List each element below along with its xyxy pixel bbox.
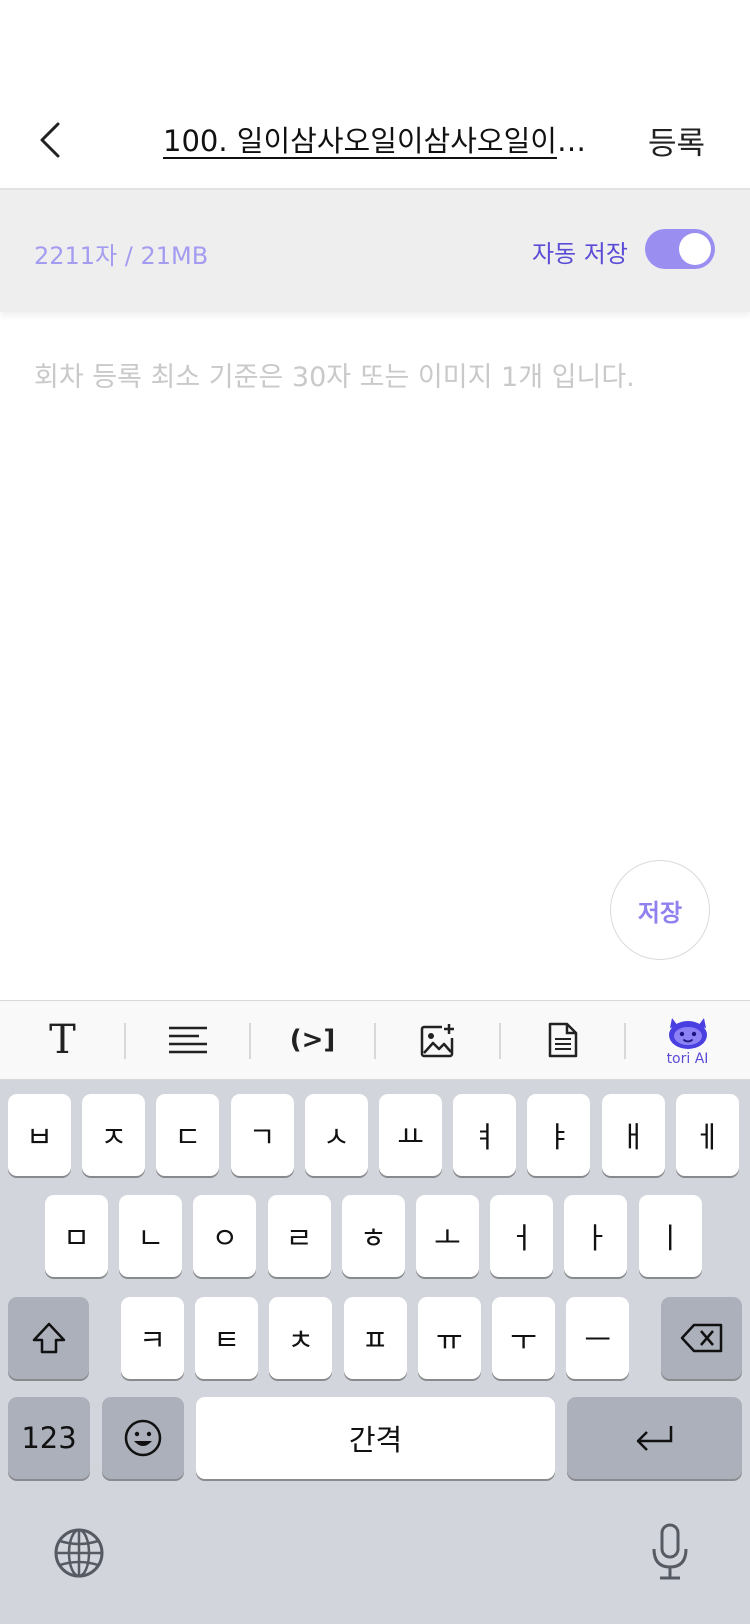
key[interactable]: ㅗ [416, 1195, 479, 1277]
key[interactable]: ㅑ [527, 1094, 591, 1176]
key[interactable]: ㅊ [269, 1297, 333, 1379]
key[interactable]: ㅂ [8, 1094, 71, 1176]
key[interactable]: ㄴ [119, 1195, 183, 1277]
shift-key[interactable] [8, 1297, 89, 1379]
key[interactable]: ㅍ [343, 1297, 407, 1379]
chevron-left-icon [40, 122, 60, 158]
emoji-icon [124, 1419, 162, 1457]
microphone-button[interactable] [650, 1522, 690, 1582]
key-label: ㅜ [510, 1323, 537, 1357]
text-format-button[interactable]: T [0, 1001, 125, 1079]
align-icon [168, 1026, 207, 1054]
key[interactable]: ㅇ [193, 1195, 257, 1277]
key-label: ㅛ [397, 1120, 424, 1154]
autosave-label: 자동 저장 [532, 240, 628, 268]
backspace-key[interactable] [661, 1297, 742, 1379]
key[interactable]: ㅐ [601, 1094, 665, 1176]
key[interactable]: ㅎ [341, 1195, 405, 1277]
key-label: ㅣ [656, 1221, 684, 1255]
key-label: ㅋ [139, 1323, 166, 1357]
save-button[interactable]: 저장 [610, 860, 710, 960]
key[interactable]: ㅋ [121, 1297, 184, 1379]
toggle-knob [679, 233, 711, 265]
editor-placeholder[interactable]: 회차 등록 최소 기준은 30자 또는 이미지 1개 입니다. [34, 355, 635, 394]
key-label: ㅇ [211, 1221, 239, 1255]
key-label: ㅠ [435, 1323, 463, 1357]
key-label: ㅔ [693, 1120, 721, 1154]
code-button[interactable]: (>] [250, 1001, 375, 1079]
key[interactable]: ㄹ [267, 1195, 331, 1277]
key-label: ㅈ [100, 1120, 128, 1154]
key[interactable]: ㅜ [492, 1297, 555, 1379]
key-label: ㅎ [359, 1221, 387, 1255]
key-label: ㄱ [248, 1120, 276, 1154]
key-label: ㅁ [63, 1221, 90, 1255]
tori-ai-label: tori AI [666, 1050, 709, 1067]
character-size-count: 2211자 / 21MB [34, 242, 209, 270]
return-icon [636, 1426, 672, 1451]
document-icon [548, 1022, 577, 1058]
key-label: ㅡ [584, 1323, 612, 1357]
align-button[interactable] [125, 1001, 250, 1079]
autosave-toggle[interactable] [645, 229, 715, 269]
tori-ai-icon [668, 1017, 707, 1049]
key-label: ㅅ [322, 1120, 350, 1154]
editor-toolbar: T (>] tori AI [0, 1000, 750, 1080]
key-label: ㅂ [26, 1120, 53, 1154]
numbers-key[interactable]: 123 [8, 1397, 90, 1479]
back-button[interactable] [30, 112, 70, 168]
space-key[interactable]: 간격 [196, 1397, 555, 1479]
space-key-label: 간격 [348, 1423, 403, 1457]
key-label: ㄴ [137, 1221, 165, 1255]
key[interactable]: ㅛ [379, 1094, 442, 1176]
key[interactable]: ㅏ [564, 1195, 628, 1277]
register-button[interactable]: 등록 [648, 118, 705, 163]
add-image-button[interactable] [375, 1001, 500, 1079]
key-label: ㄹ [285, 1221, 313, 1255]
key-label: ㅓ [508, 1221, 536, 1255]
key[interactable]: ㅡ [566, 1297, 630, 1379]
shift-icon [32, 1322, 65, 1354]
numbers-key-label: 123 [21, 1421, 77, 1455]
key-label: ㅕ [471, 1120, 499, 1154]
key[interactable]: ㅅ [304, 1094, 368, 1176]
document-button[interactable] [500, 1001, 625, 1079]
key[interactable]: ㅠ [417, 1297, 481, 1379]
text-format-icon: T [49, 1017, 76, 1063]
key-label: ㅐ [619, 1120, 647, 1154]
globe-icon [54, 1528, 104, 1578]
key[interactable]: ㅔ [675, 1094, 739, 1176]
key-label: ㅌ [213, 1323, 241, 1357]
key-label: ㅏ [582, 1221, 610, 1255]
key-label: ㅗ [434, 1221, 461, 1255]
episode-title[interactable]: 100. 일이삼사오일이삼사오일이삼사오일이삼사오 [163, 118, 589, 160]
microphone-icon [652, 1523, 688, 1580]
key[interactable]: ㄷ [156, 1094, 220, 1176]
key-label: ㄷ [174, 1120, 202, 1154]
top-bar: 100. 일이삼사오일이삼사오일이삼사오일이삼사오 등록 [0, 0, 750, 190]
korean-keyboard: ㅂ ㅈ ㄷ ㄱ ㅅ ㅛ ㅕ ㅑ ㅐ ㅔ ㅁ ㄴ ㅇ ㄹ ㅎ ㅗ ㅓ ㅏ ㅣ ㅋ ㅌ ㅊ ㅍ ㅠ ㅜ ㅡ 123 간격 [0, 1080, 750, 1624]
info-bar: 2211자 / 21MB 자동 저장 [0, 190, 750, 312]
key[interactable]: ㅕ [453, 1094, 517, 1176]
key-label: ㅍ [361, 1323, 389, 1357]
key[interactable]: ㅌ [195, 1297, 259, 1379]
key[interactable]: ㄱ [230, 1094, 294, 1176]
tori-ai-button[interactable]: tori AI [625, 1001, 750, 1079]
return-key[interactable] [567, 1397, 742, 1479]
code-icon: (>] [289, 1025, 336, 1055]
key-label: ㅑ [545, 1120, 573, 1154]
key[interactable]: ㅓ [490, 1195, 554, 1277]
globe-button[interactable] [52, 1526, 106, 1580]
key-label: ㅊ [287, 1323, 315, 1357]
emoji-key[interactable] [102, 1397, 184, 1479]
add-image-icon [420, 1024, 454, 1058]
key[interactable]: ㅁ [45, 1195, 108, 1277]
key[interactable]: ㅈ [82, 1094, 146, 1176]
key[interactable]: ㅣ [638, 1195, 702, 1277]
backspace-icon [680, 1323, 722, 1353]
